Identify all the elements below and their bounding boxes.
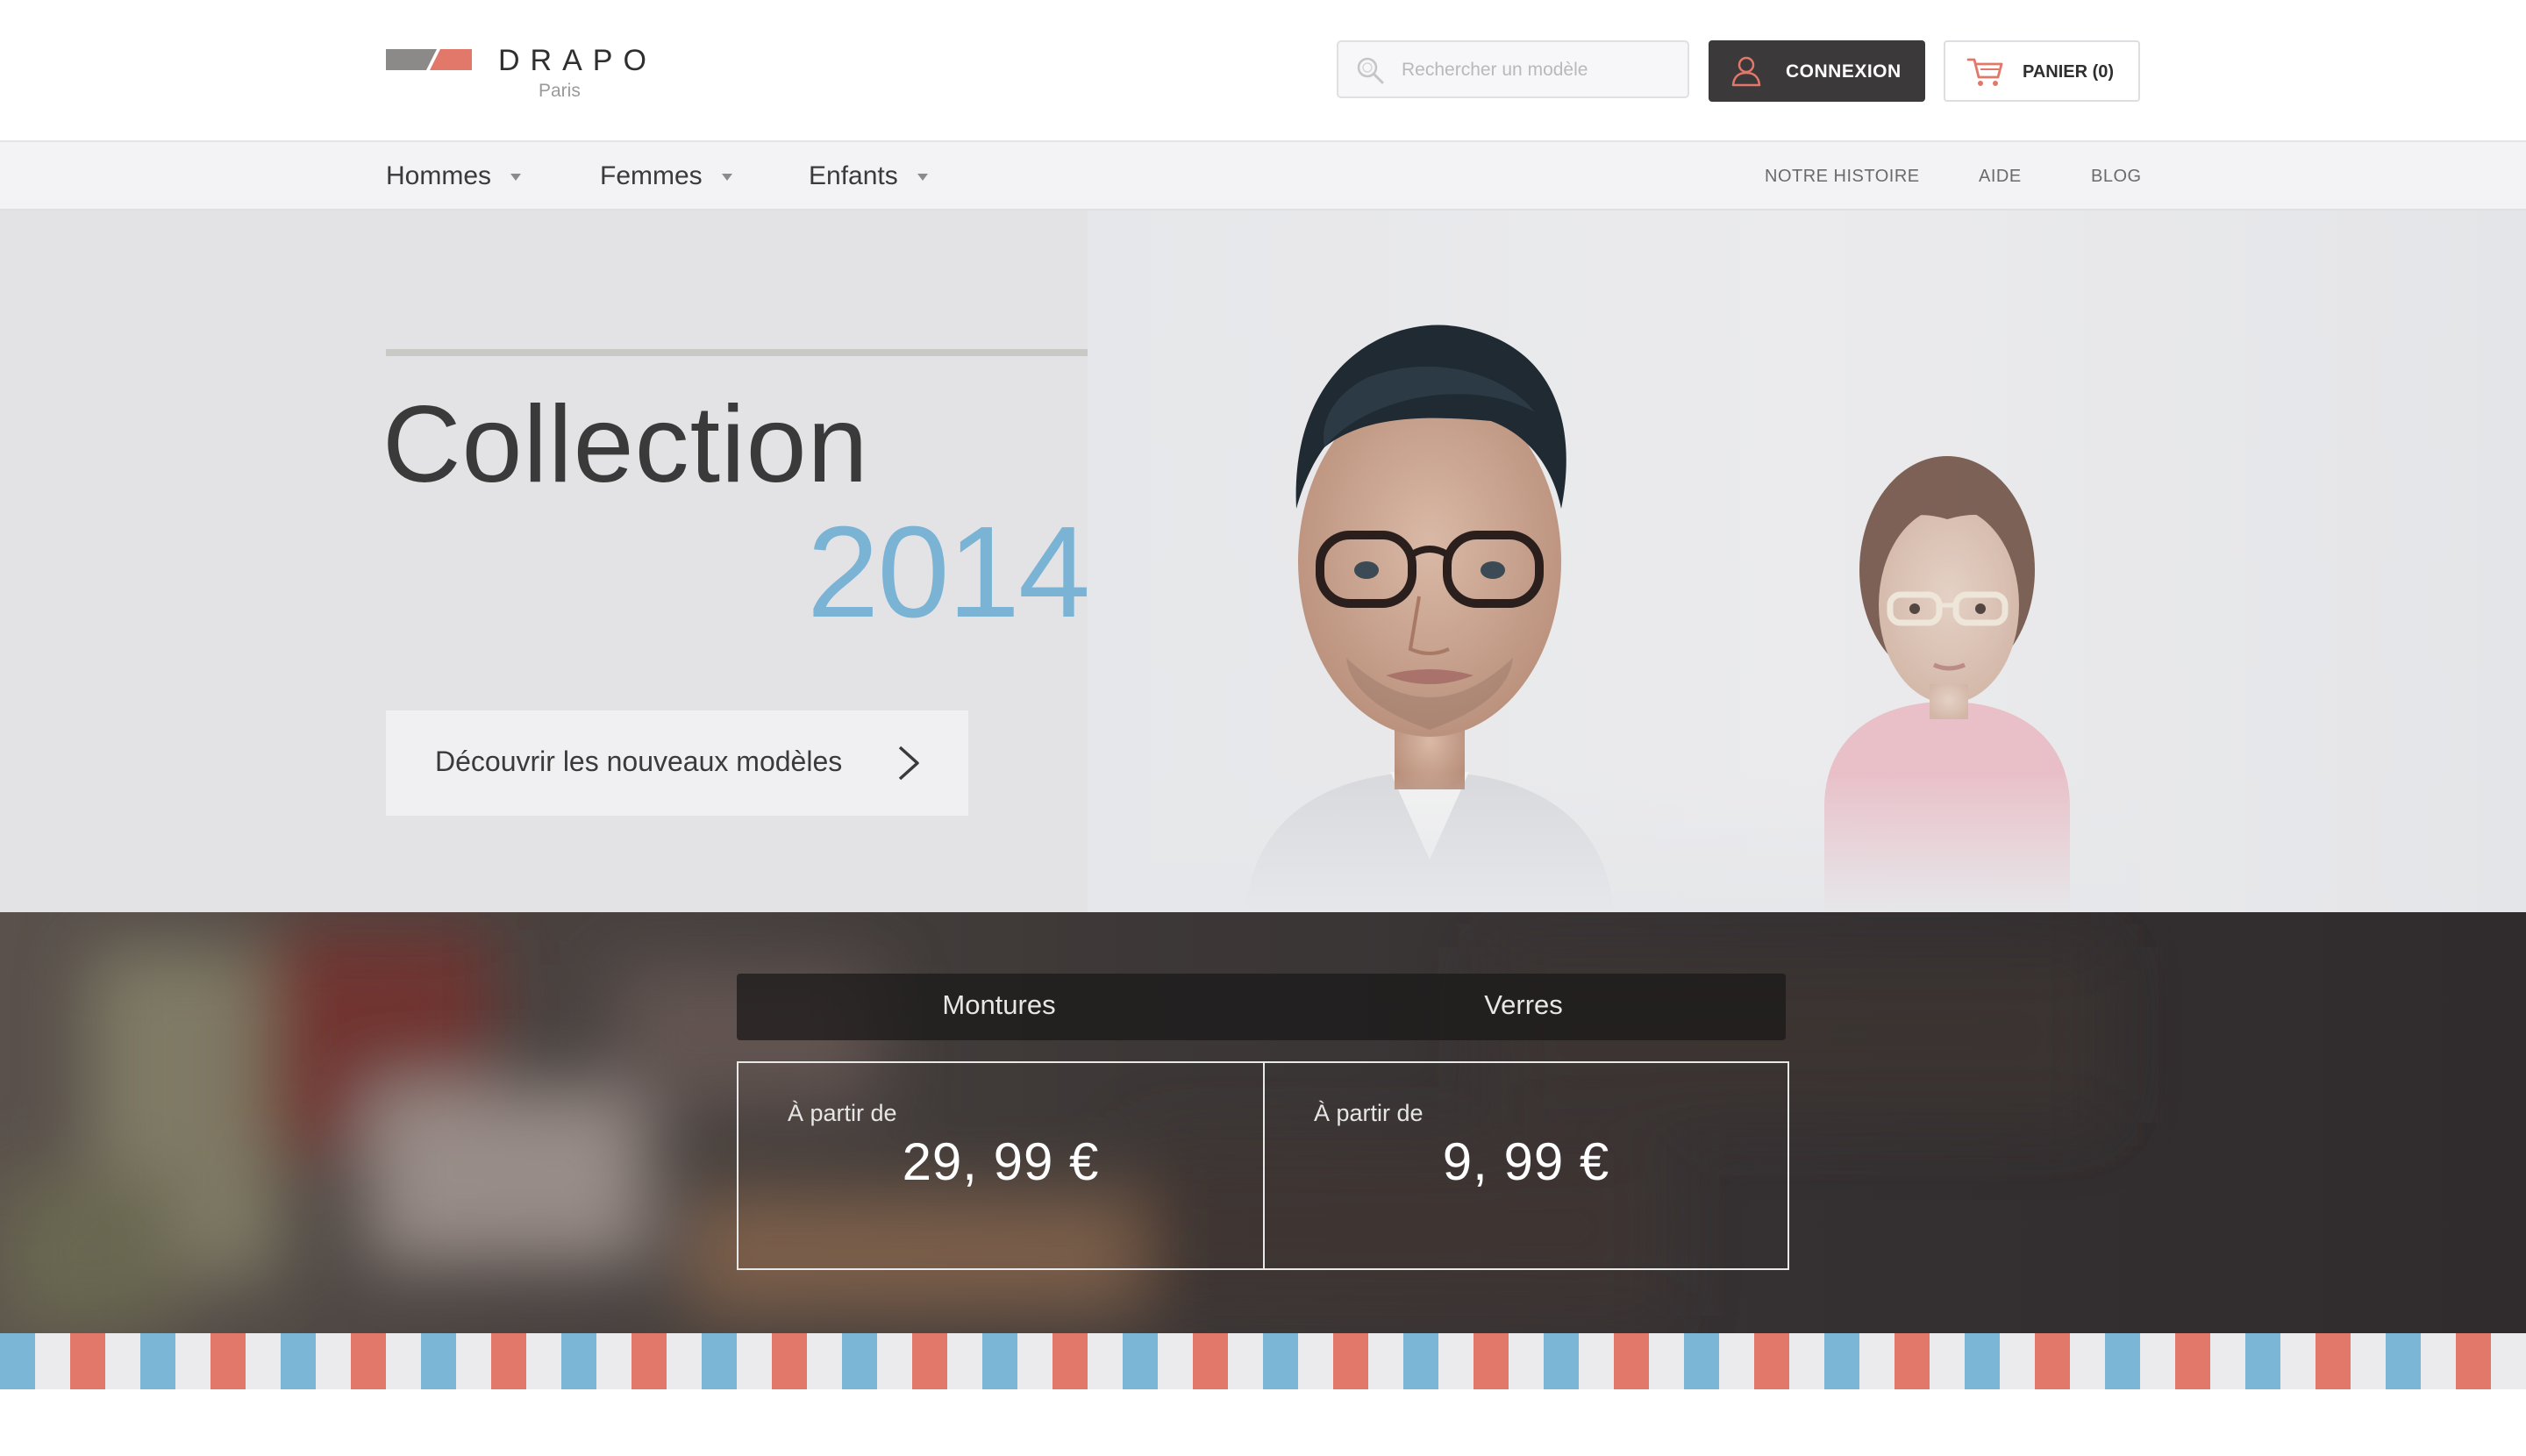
discover-label: Découvrir les nouveaux modèles — [435, 746, 843, 777]
search-placeholder: Rechercher un modèle — [1402, 60, 1588, 80]
price-amount: 29, 99 € — [902, 1132, 1100, 1191]
search-icon — [1357, 57, 1384, 84]
nav-link-blog[interactable]: BLOG — [2091, 167, 2142, 187]
user-icon — [1731, 56, 1761, 87]
pricing-band: Montures Verres À partir de 29, 99 € À p… — [0, 912, 2526, 1333]
tricolor-stripe-divider — [0, 1333, 2526, 1389]
nav-link-notre-histoire[interactable]: NOTRE HISTOIRE — [1765, 167, 1920, 187]
nav-link-aide[interactable]: AIDE — [1979, 167, 2022, 187]
cart-button[interactable]: PANIER (0) — [1944, 40, 2140, 102]
brand-city: Paris — [539, 81, 581, 101]
login-button[interactable]: CONNEXION — [1709, 40, 1925, 102]
pricing-tabs: Montures Verres — [737, 974, 1786, 1040]
hero-portraits-image — [1140, 325, 2140, 912]
hero-banner: Collection 2014 Découvrir les nouveaux m… — [0, 211, 2526, 912]
login-label: CONNEXION — [1786, 61, 1902, 82]
nav-item-label: Enfants — [809, 161, 898, 190]
caret-down-icon — [917, 174, 928, 182]
price-card-verres[interactable]: À partir de 9, 99 € — [1263, 1061, 1789, 1270]
nav-item-femmes[interactable]: Femmes — [600, 161, 732, 191]
site-header: DRAPO Paris Rechercher un modèle CONNEXI… — [0, 0, 2526, 140]
tab-verres[interactable]: Verres — [1261, 989, 1786, 1021]
cart-icon — [1966, 58, 2003, 86]
price-card-montures[interactable]: À partir de 29, 99 € — [737, 1061, 1265, 1270]
hero-year: 2014 — [807, 500, 1090, 645]
hero-title: Collection — [382, 384, 869, 505]
main-nav: Hommes Femmes Enfants NOTRE HISTOIRE AID… — [0, 140, 2526, 211]
nav-item-label: Femmes — [600, 161, 703, 190]
nav-item-hommes[interactable]: Hommes — [386, 161, 522, 191]
nav-item-label: Hommes — [386, 161, 492, 190]
hero-divider — [386, 349, 1088, 356]
caret-down-icon — [510, 174, 522, 182]
search-input[interactable]: Rechercher un modèle — [1337, 40, 1689, 98]
price-amount: 9, 99 € — [1442, 1132, 1610, 1191]
cart-label: PANIER (0) — [2023, 62, 2115, 82]
flag-logo-icon — [386, 49, 472, 70]
chevron-right-icon — [898, 746, 919, 781]
price-from-label: À partir de — [788, 1100, 897, 1126]
footer-area — [0, 1389, 2526, 1456]
nav-item-enfants[interactable]: Enfants — [809, 161, 928, 191]
caret-down-icon — [721, 174, 732, 182]
tab-montures[interactable]: Montures — [737, 989, 1261, 1021]
brand-name: DRAPO — [498, 44, 657, 77]
brand-logo[interactable]: DRAPO Paris — [386, 44, 646, 107]
price-from-label: À partir de — [1314, 1100, 1424, 1126]
discover-new-models-button[interactable]: Découvrir les nouveaux modèles — [386, 710, 968, 816]
